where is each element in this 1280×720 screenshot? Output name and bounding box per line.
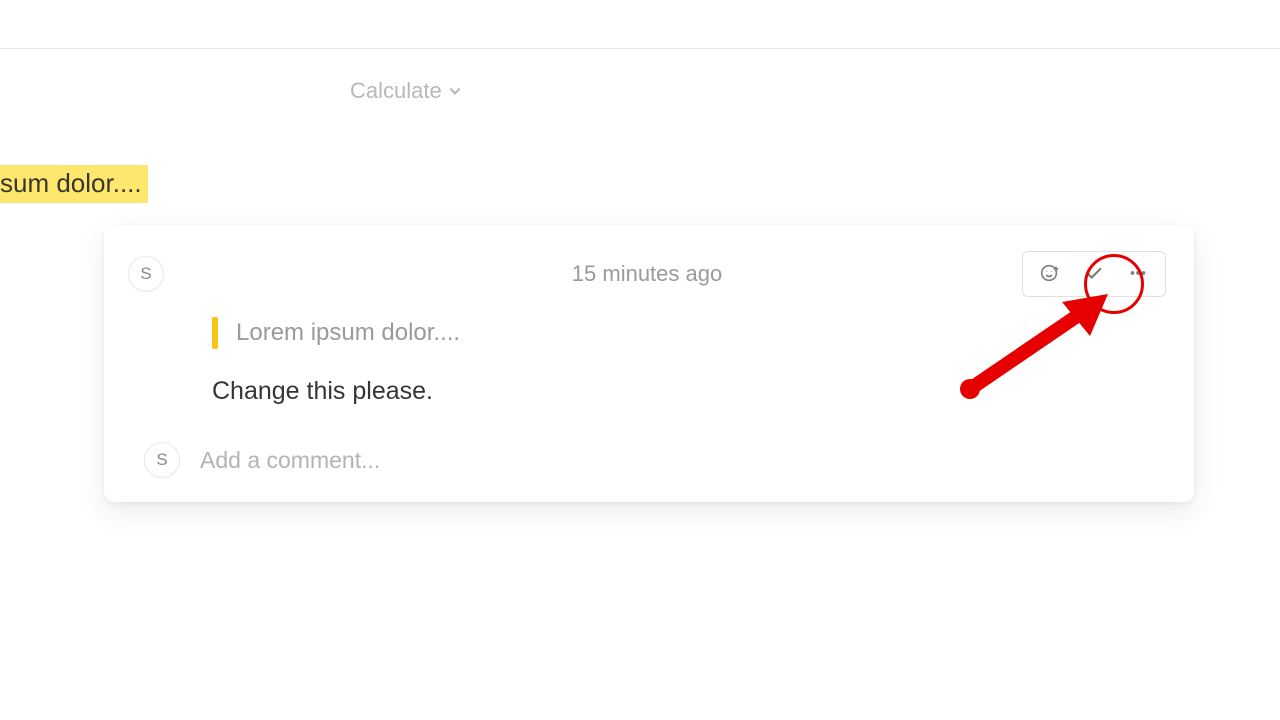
more-options-button[interactable]: [1117, 256, 1159, 292]
more-horizontal-icon: [1127, 262, 1149, 287]
avatar[interactable]: S: [144, 442, 180, 478]
top-divider: [0, 48, 1280, 49]
resolve-button[interactable]: [1073, 256, 1115, 292]
calculate-label: Calculate: [350, 78, 442, 104]
chevron-down-icon: [448, 84, 462, 98]
checkmark-icon: [1083, 262, 1105, 287]
comment-header: S 15 minutes ago: [128, 249, 1166, 299]
quote-bar: [212, 317, 218, 349]
quoted-text: Lorem ipsum dolor....: [236, 319, 460, 347]
emoji-plus-icon: [1039, 262, 1061, 287]
comment-timestamp: 15 minutes ago: [572, 261, 722, 287]
avatar[interactable]: S: [128, 256, 164, 292]
highlighted-text[interactable]: sum dolor....: [0, 165, 148, 203]
reply-row: S: [144, 442, 1166, 478]
comment-actions-bar: [1022, 251, 1166, 297]
comment-quote: Lorem ipsum dolor....: [212, 317, 1166, 349]
comment-card: S 15 minutes ago: [104, 225, 1194, 502]
add-reaction-button[interactable]: [1029, 256, 1071, 292]
reply-input[interactable]: [200, 447, 700, 474]
comment-body: Change this please.: [212, 377, 1166, 406]
calculate-dropdown[interactable]: Calculate: [350, 78, 462, 104]
